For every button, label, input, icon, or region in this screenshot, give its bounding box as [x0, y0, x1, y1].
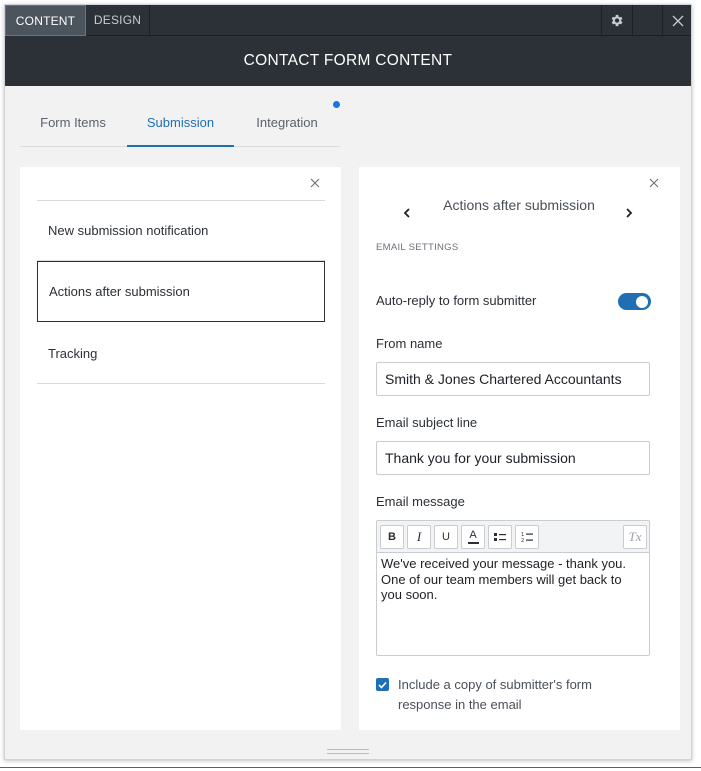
notification-dot [333, 101, 340, 108]
underline-button[interactable]: U [434, 525, 458, 549]
text-color-letter: A [469, 529, 477, 541]
close-icon [649, 178, 659, 188]
chevron-left-icon [403, 208, 410, 218]
autoreply-toggle[interactable] [618, 293, 651, 310]
include-copy-checkbox[interactable] [376, 678, 389, 691]
italic-button[interactable]: I [407, 525, 431, 549]
next-button[interactable] [625, 205, 633, 223]
settings-button[interactable] [601, 5, 631, 36]
menu-item-label: Tracking [48, 345, 98, 361]
close-settings-button[interactable] [649, 175, 659, 193]
gear-icon [611, 14, 623, 27]
contact-form-panel: CONTENT DESIGN CONTACT FORM CONTENT Form… [4, 4, 692, 760]
settings-title: Actions after submission [443, 197, 595, 213]
menu-item-label: New submission notification [48, 222, 209, 238]
from-name-input[interactable] [376, 362, 650, 396]
close-panel-button[interactable] [662, 5, 691, 36]
close-icon [310, 178, 320, 188]
menu-item-tracking[interactable]: Tracking [37, 323, 325, 384]
bullet-list-button[interactable] [488, 525, 512, 549]
previous-button[interactable] [403, 205, 411, 223]
email-settings-heading: EMAIL SETTINGS [376, 242, 459, 253]
from-name-label: From name [376, 336, 443, 351]
tab-integration[interactable]: Integration [234, 113, 340, 147]
panel-title: CONTACT FORM CONTENT [5, 36, 691, 86]
tab-design[interactable]: DESIGN [86, 5, 150, 36]
subject-input[interactable] [376, 441, 650, 475]
email-message-text[interactable]: We've received your message - thank you.… [381, 556, 645, 603]
color-underline [467, 542, 479, 544]
actions-after-submission-card: Actions after submission EMAIL SETTINGS … [359, 167, 680, 730]
close-icon [672, 15, 683, 26]
divider [0, 767, 701, 768]
svg-text:2: 2 [521, 538, 524, 543]
text-color-icon: A [467, 529, 479, 544]
include-copy-label: Include a copy of submitter's form respo… [398, 677, 592, 712]
tab-content[interactable]: CONTENT [5, 5, 86, 36]
message-label: Email message [376, 494, 465, 509]
menu-item-new-submission-notification[interactable]: New submission notification [37, 200, 325, 261]
tab-submission[interactable]: Submission [127, 113, 234, 147]
close-menu-button[interactable] [310, 175, 320, 193]
menu-item-label: Actions after submission [49, 284, 190, 299]
email-message-editor: B I U A 1 2 Tx We've received your messa… [376, 520, 650, 656]
numbered-list-button[interactable]: 1 2 [515, 525, 539, 549]
bullet-list-icon [494, 533, 506, 541]
chevron-right-icon [626, 208, 633, 218]
menu-item-actions-after-submission[interactable]: Actions after submission [37, 261, 325, 322]
top-bar: CONTENT DESIGN [5, 5, 691, 36]
text-color-button[interactable]: A [461, 525, 485, 549]
clear-format-button[interactable]: Tx [623, 525, 647, 549]
blank-toolbar-slot [632, 5, 662, 36]
toggle-knob [636, 295, 648, 308]
editor-toolbar: B I U A 1 2 Tx [377, 521, 649, 553]
subject-label: Email subject line [376, 415, 478, 430]
resize-grip[interactable] [327, 749, 369, 754]
numbered-list-icon: 1 2 [521, 532, 533, 543]
tab-form-items[interactable]: Form Items [20, 113, 126, 147]
sub-tabs: Form Items Submission Integration [20, 113, 340, 147]
autoreply-label: Auto-reply to form submitter [376, 293, 537, 308]
submission-menu-card: New submission notification Actions afte… [20, 167, 341, 730]
checkmark-icon [378, 681, 387, 689]
bold-button[interactable]: B [380, 525, 404, 549]
